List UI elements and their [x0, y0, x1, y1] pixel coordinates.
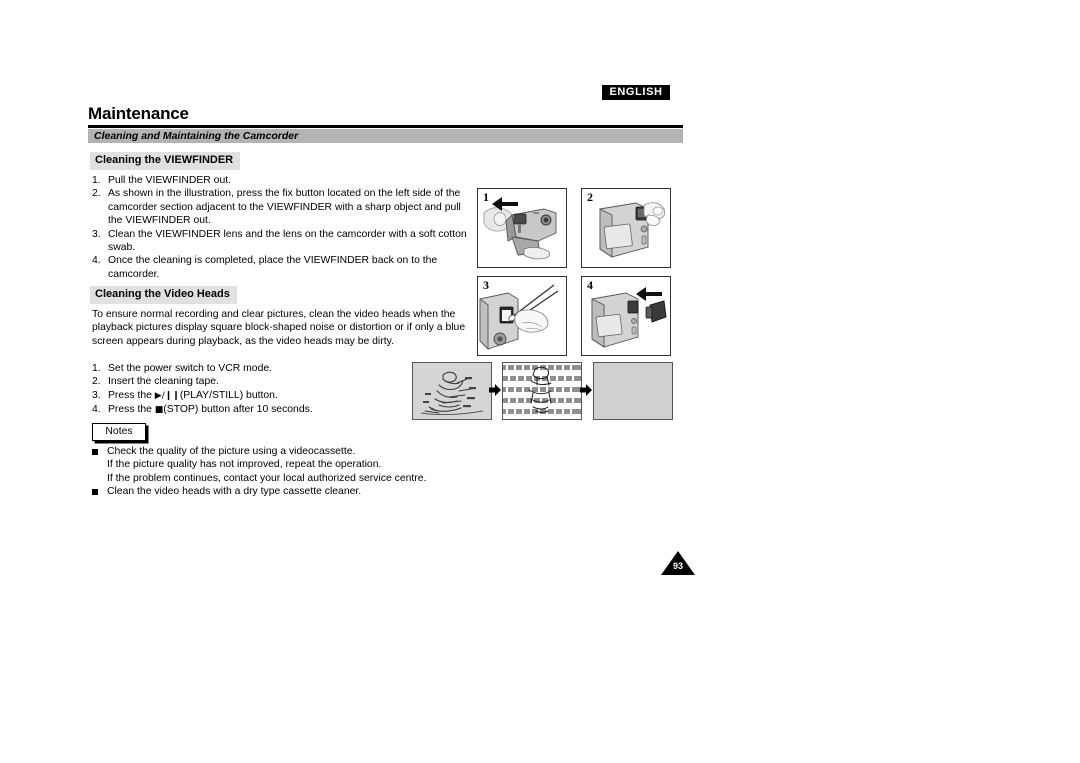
panel-number: 4: [587, 278, 593, 292]
title-divider: [88, 125, 683, 128]
list-item-number: 3.: [92, 228, 101, 240]
sequence-arrow-icon: [580, 384, 592, 396]
list-item: 3. Clean the VIEWFINDER lens and the len…: [92, 228, 472, 255]
square-bullet-icon: [92, 448, 98, 455]
heading-cleaning-video-heads: Cleaning the Video Heads: [90, 286, 237, 304]
list-item: 2. As shown in the illustration, press t…: [92, 187, 472, 227]
list-item-text: Press the: [108, 389, 155, 401]
list-item-text: Insert the cleaning tape.: [108, 376, 219, 388]
page-title: Maintenance: [88, 104, 189, 123]
lens-cleaning-swab-illustration: [479, 284, 559, 351]
list-item-number: 1.: [92, 175, 101, 186]
list-item-text: Pull the VIEWFINDER out.: [108, 175, 231, 186]
manual-page: ENGLISH Maintenance Cleaning and Maintai…: [0, 0, 1080, 763]
list-item-number: 4.: [92, 404, 101, 416]
illustration-panel-2: 2: [581, 188, 671, 268]
page-number: 93: [660, 550, 696, 576]
list-item: Clean the video heads with a dry type ca…: [92, 485, 492, 498]
language-badge: ENGLISH: [602, 85, 670, 100]
sequence-arrow-icon: [489, 384, 501, 396]
list-item-number: 1.: [92, 363, 101, 374]
panel-number: 2: [587, 190, 593, 204]
heading-cleaning-viewfinder: Cleaning the VIEWFINDER: [90, 152, 241, 170]
notes-box: Notes: [92, 423, 146, 441]
list-item-text: As shown in the illustration, press the …: [108, 188, 461, 227]
list-item-number: 4.: [92, 255, 101, 267]
page-number-text: 93: [672, 561, 683, 571]
list-item-number: 2.: [92, 376, 101, 388]
sequence-panel-blank-screen: [593, 362, 673, 420]
panel-number: 3: [483, 278, 489, 292]
viewfinder-reattach-illustration: [591, 287, 667, 348]
video-heads-paragraph: To ensure normal recording and clear pic…: [92, 309, 466, 347]
panel-number: 1: [483, 190, 489, 204]
square-bullet-icon: [92, 488, 98, 495]
list-item-text: Once the cleaning is completed, place th…: [108, 255, 438, 280]
note-text: Clean the video heads with a dry type ca…: [107, 486, 362, 498]
block-noise-playback-picture: [503, 363, 581, 419]
sequence-panel-noisy-picture: [502, 362, 582, 420]
section-band: Cleaning and Maintaining the Camcorder: [88, 129, 683, 143]
play-still-icon: ▶/❙❙: [154, 390, 180, 401]
section-band-label: Cleaning and Maintaining the Camcorder: [94, 130, 299, 142]
list-item-number: 2.: [92, 188, 101, 200]
notes-label: Notes: [105, 426, 133, 437]
viewfinder-steps: 1. Pull the VIEWFINDER out. 2. As shown …: [92, 174, 472, 281]
note-text: Check the quality of the picture using a…: [107, 446, 427, 484]
camcorder-fix-button-illustration: [483, 197, 557, 260]
list-item: Check the quality of the picture using a…: [92, 445, 492, 485]
illustration-panel-3: 3: [477, 276, 567, 356]
list-item-text: Press the: [108, 404, 155, 416]
list-item: 4. Once the cleaning is completed, place…: [92, 254, 472, 281]
list-item-number: 3.: [92, 389, 101, 401]
notes-list: Check the quality of the picture using a…: [92, 445, 492, 499]
viewfinder-removal-illustration: [599, 202, 666, 258]
illustration-panel-4: 4: [581, 276, 671, 356]
clear-playback-picture: [413, 363, 491, 419]
blue-blank-screen: [594, 363, 672, 419]
illustration-panel-1: 1: [477, 188, 567, 268]
list-item-text: Set the power switch to VCR mode.: [108, 363, 273, 374]
list-item-tail: (PLAY/STILL) button.: [179, 389, 278, 401]
sequence-panel-clear-picture: [412, 362, 492, 420]
list-item-text: Clean the VIEWFINDER lens and the lens o…: [108, 228, 467, 254]
list-item-tail: (STOP) button after 10 seconds.: [163, 404, 313, 416]
list-item: 1. Pull the VIEWFINDER out.: [92, 174, 472, 187]
